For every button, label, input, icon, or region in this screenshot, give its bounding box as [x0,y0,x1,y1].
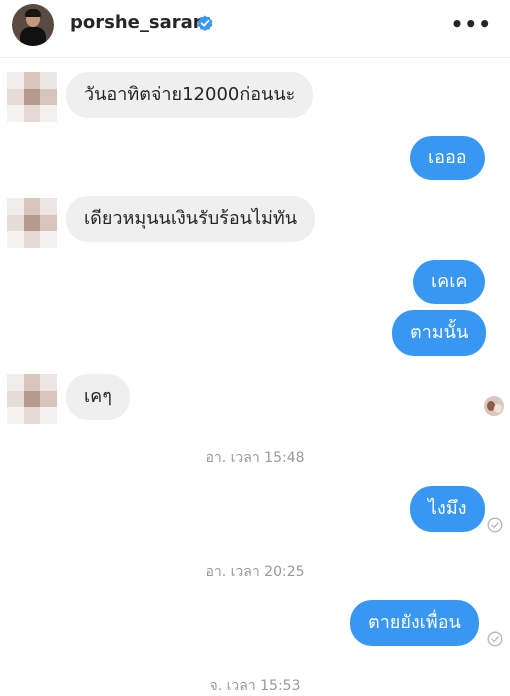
timestamp: อา. เวลา 15:48 [205,450,305,466]
message-bubble-outgoing[interactable]: ไงมึง [410,486,485,532]
sender-avatar[interactable] [7,198,57,248]
message-bubble-incoming[interactable]: เดียวหมุนนเงินรับร้อนไม่ทัน [66,196,316,242]
message-bubble-incoming[interactable]: วันอาทิตจ่าย12000ก่อนนะ [66,72,314,118]
sender-avatar[interactable] [7,374,57,424]
timestamp: อา. เวลา 20:25 [205,564,305,580]
more-options-icon[interactable]: ••• [451,12,492,36]
message-bubble-incoming[interactable]: เคๆ [66,374,130,420]
sender-avatar[interactable] [7,72,57,122]
seen-by-avatar [484,396,504,416]
message-bubble-outgoing[interactable]: ตามนั้น [392,310,487,356]
chat-header: porshe_saran ••• [0,0,510,58]
profile-avatar[interactable] [12,4,54,46]
timestamp: จ. เวลา 15:53 [209,678,301,694]
message-bubble-outgoing[interactable]: เอออ [410,136,485,180]
delivered-check-icon [487,517,503,533]
message-bubble-outgoing[interactable]: เคเค [413,260,486,304]
verified-badge-icon [197,15,213,31]
username[interactable]: porshe_saran [70,12,206,33]
message-bubble-outgoing[interactable]: ตายยังเพื่อน [350,600,479,646]
delivered-check-icon [487,631,503,647]
